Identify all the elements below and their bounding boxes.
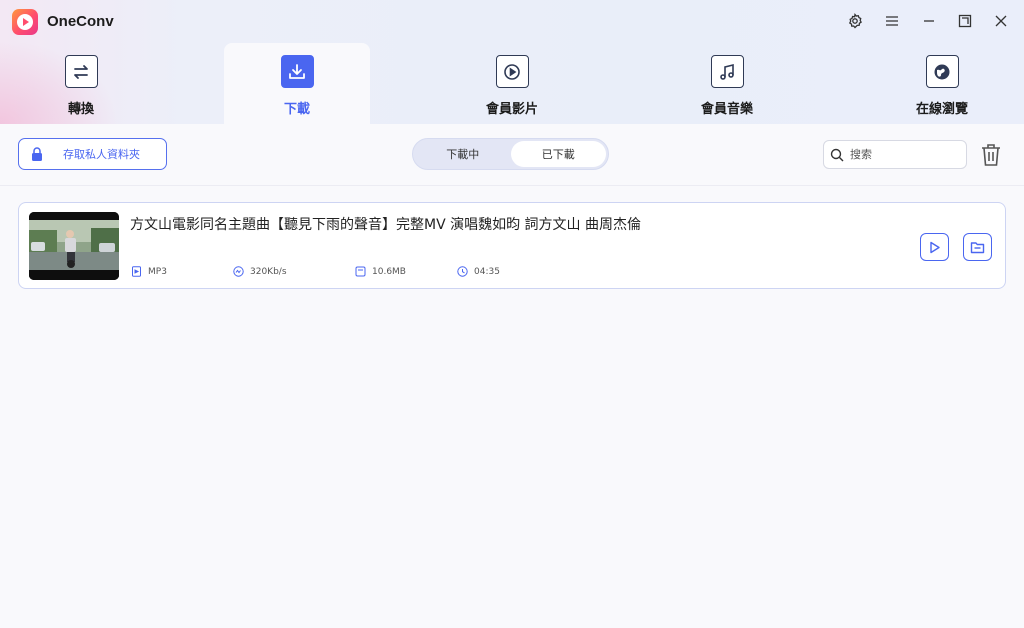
tab-member-music[interactable]: 會員音樂 [654,43,800,124]
tab-download[interactable]: 下載 [224,43,370,124]
toolbar: 存取私人資料夾 下載中 已下載 [0,124,1024,186]
maximize-icon[interactable] [956,12,974,30]
download-status-toggle: 下載中 已下載 [412,138,609,170]
search-icon [830,148,844,161]
app-title: OneConv [47,13,114,30]
video-icon [495,55,529,88]
download-icon [280,55,314,88]
folder-icon [970,241,985,253]
tab-label: 會員影片 [485,102,538,117]
settings-icon[interactable] [846,12,864,30]
open-folder-button[interactable] [963,233,992,261]
bitrate-value: 320Kb/s [250,266,287,277]
play-icon [930,241,940,253]
bitrate-meta: 320Kb/s [233,266,287,277]
app-logo-icon [12,9,38,35]
lock-icon [32,147,42,161]
tab-convert[interactable]: 轉換 [8,43,154,124]
title-bar: OneConv 轉換 下載 會員影片 會員音樂 在線瀏覽 [0,0,1024,124]
minimize-icon[interactable] [920,12,938,30]
duration-meta: 04:35 [457,266,500,277]
tab-browser[interactable]: 在線瀏覽 [869,43,1015,124]
bitrate-icon [233,266,244,277]
convert-icon [64,55,98,88]
duration-value: 04:35 [474,266,500,277]
tab-label: 下載 [283,102,310,117]
video-thumbnail [29,212,119,280]
trash-icon[interactable] [980,143,1002,167]
browser-icon [925,55,959,88]
tab-member-video[interactable]: 會員影片 [439,43,585,124]
download-item[interactable]: 方文山電影同名主題曲【聽見下雨的聲音】完整MV 演唱魏如昀 詞方文山 曲周杰倫 … [18,202,1006,289]
size-value: 10.6MB [372,266,406,277]
private-folder-button[interactable]: 存取私人資料夾 [18,138,167,170]
music-icon [710,55,744,88]
clock-icon [457,266,468,277]
format-value: MP3 [148,266,167,277]
close-icon[interactable] [992,12,1010,30]
play-button[interactable] [920,233,949,261]
segment-downloaded[interactable]: 已下載 [510,141,606,167]
file-format-icon [132,266,141,277]
search-input[interactable] [850,148,960,161]
download-title: 方文山電影同名主題曲【聽見下雨的聲音】完整MV 演唱魏如昀 詞方文山 曲周杰倫 [130,217,642,233]
file-size-icon [355,266,366,277]
format-meta: MP3 [131,266,167,277]
search-box [823,140,967,169]
size-meta: 10.6MB [355,266,406,277]
tab-label: 會員音樂 [700,102,753,117]
menu-icon[interactable] [883,12,901,30]
segment-downloading[interactable]: 下載中 [415,141,511,167]
private-folder-label: 存取私人資料夾 [63,148,140,161]
tab-label: 在線瀏覽 [915,102,968,117]
tab-label: 轉換 [67,102,94,117]
